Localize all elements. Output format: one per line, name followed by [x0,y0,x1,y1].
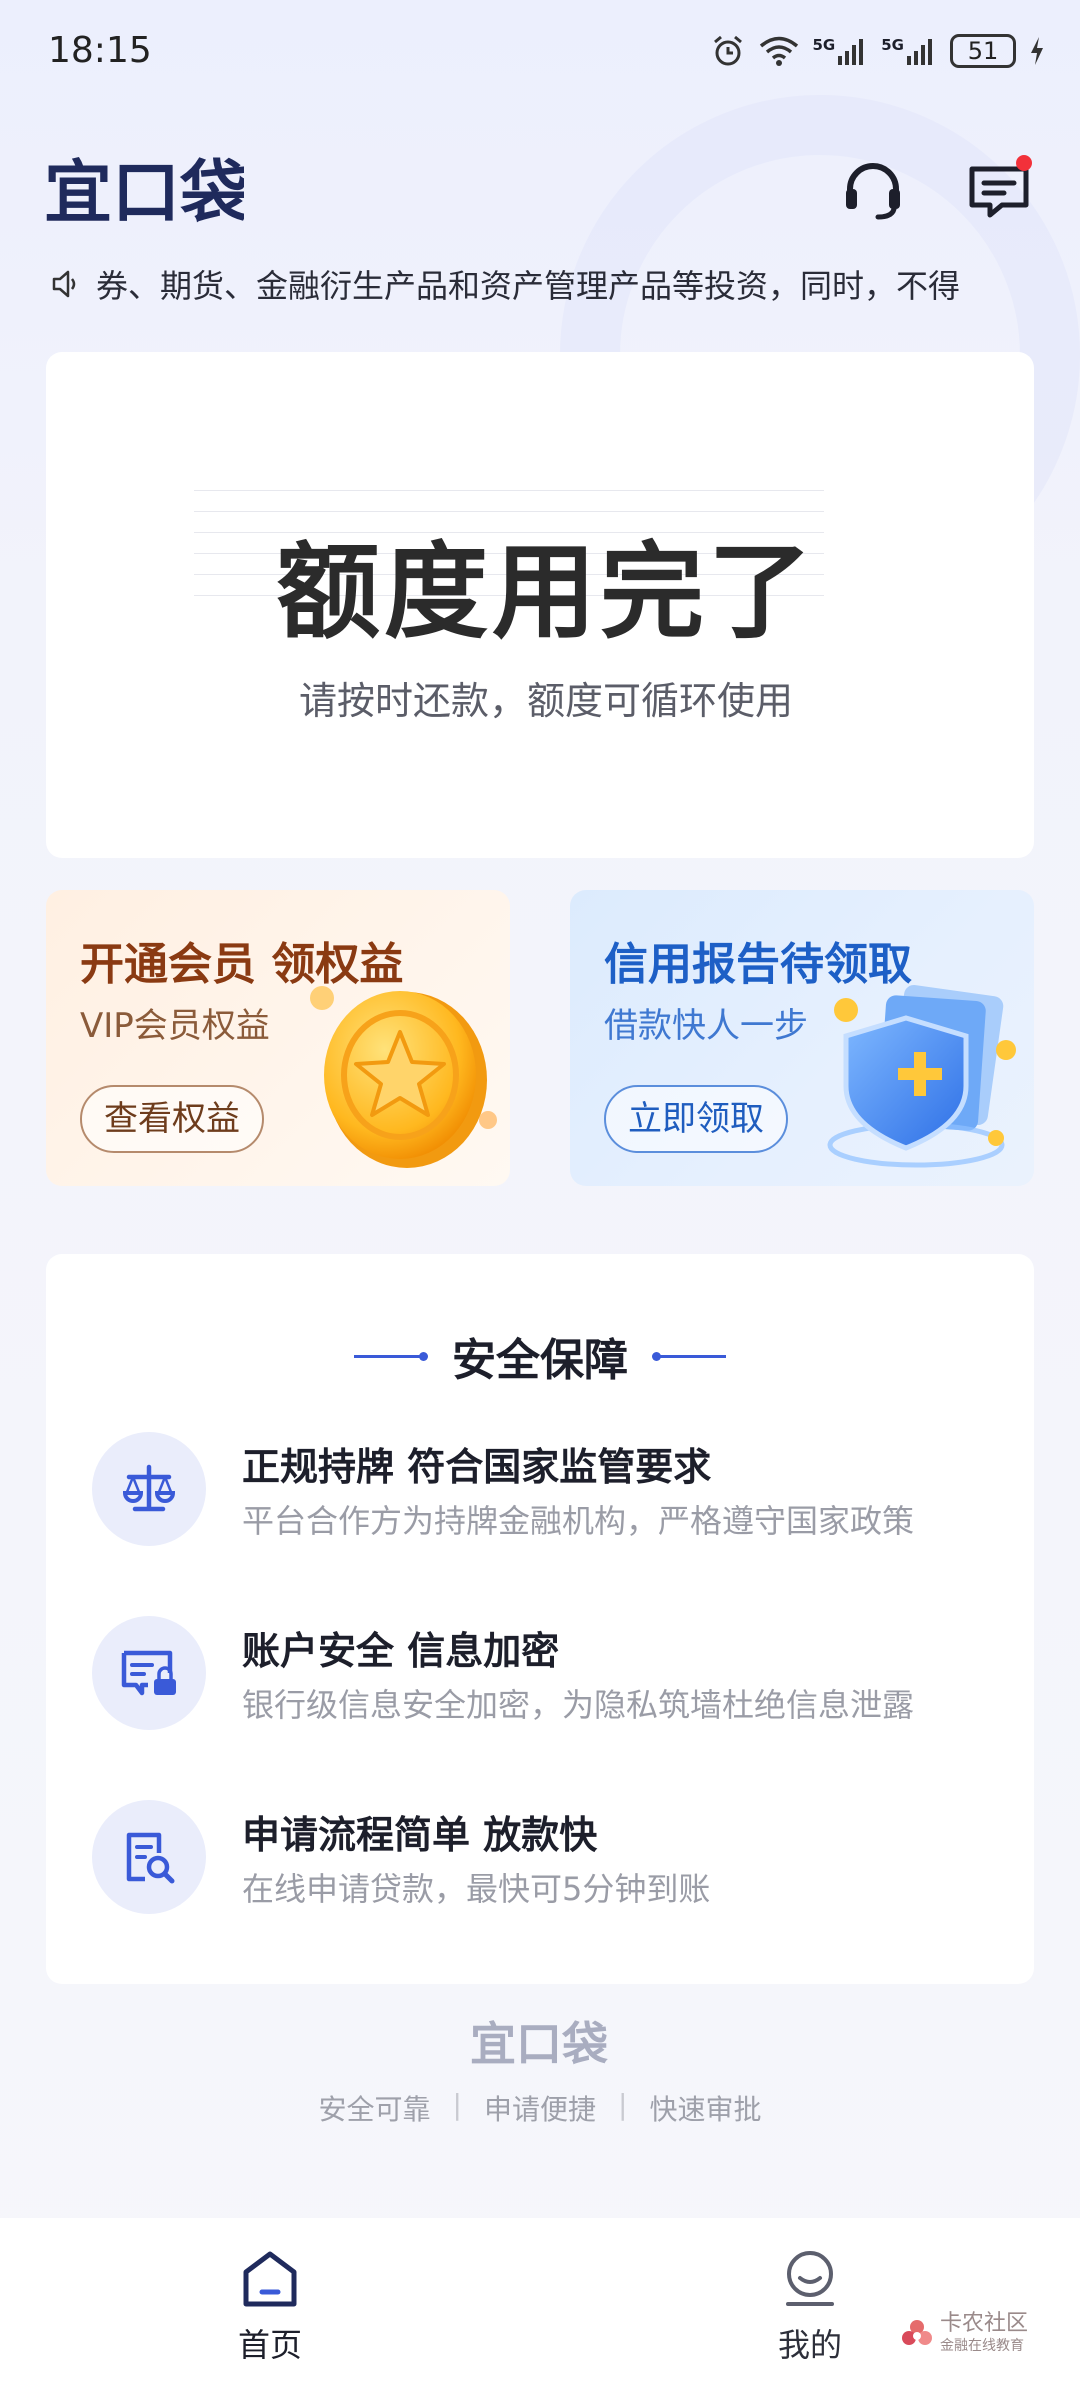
view-benefits-button[interactable]: 查看权益 [80,1085,264,1153]
document-search-icon [126,1832,175,1884]
credit-promo-subtitle: 借款快人一步 [604,1006,808,1046]
security-item-icon-wrap [92,1432,206,1546]
svg-text:宜口袋: 宜口袋 [470,2017,608,2070]
status-icons: 5G 5G 51 [711,30,1045,72]
security-title: 安全保障 [452,1335,628,1386]
security-item-encryption: 账户安全 信息加密 银行级信息安全加密，为隐私筑墙杜绝信息泄露 [92,1616,992,1736]
security-heading: 安全保障 [46,1324,1034,1388]
footer-tag: 快速审批 [649,2093,762,2126]
speaker-icon [52,270,76,298]
secure-card-icon [121,1650,176,1696]
home-icon [243,2251,297,2307]
profile-icon [786,2251,834,2306]
security-item-fast-process: 申请流程简单 放款快 在线申请贷款，最快可5分钟到账 [92,1800,992,1920]
nav-item-home[interactable]: 首页 [190,2248,350,2366]
footer-tag: 安全可靠 [318,2093,431,2126]
quota-title: 额度用完了 [275,531,816,653]
security-item-title: 正规持牌 符合国家监管要求 [242,1445,712,1489]
security-item-desc: 银行级信息安全加密，为隐私筑墙杜绝信息泄露 [242,1686,915,1724]
vip-promo-card[interactable]: 开通会员 领权益 VIP会员权益 查看权益 [46,890,510,1186]
footer-tagline: 安全可靠 | 申请便捷 | 快速审批 [0,2088,1080,2128]
brand-logo: 宜口袋 [44,154,244,230]
alarm-icon [713,35,742,66]
status-time: 18:15 [48,30,152,71]
security-item-icon-wrap [92,1616,206,1730]
signal-bars-icon [838,39,864,65]
quota-card: 额度用完了 请按时还款，额度可循环使用 [46,352,1034,858]
nav-label-mine: 我的 [777,2326,842,2364]
headset-icon [846,163,900,220]
charging-icon [1031,37,1043,65]
signal-2: 5G [881,36,936,66]
vip-promo-subtitle: VIP会员权益 [80,1006,270,1046]
message-button[interactable] [964,155,1034,225]
security-item-icon-wrap [92,1800,206,1914]
battery-indicator: 51 [950,34,1016,68]
heading-divider [354,1351,428,1361]
watermark-subtitle: 金融在线教育 [940,2338,1024,2354]
bottom-navigation: 首页 我的 卡农社区 金融在线教育 [0,2218,1080,2400]
security-item-licensed: 正规持牌 符合国家监管要求 平台合作方为持牌金融机构，严格遵守国家政策 [92,1432,992,1552]
gold-star-coin-icon [310,986,497,1168]
watermark-title: 卡农社区 [940,2311,1029,2336]
svg-text:宜口袋: 宜口袋 [44,154,244,230]
quota-subtitle: 请按时还款，额度可循环使用 [298,679,793,723]
signal-bars-icon [907,39,932,65]
claim-now-button[interactable]: 立即领取 [604,1085,788,1153]
notice-bar[interactable]: 券、期货、金融衍生产品和资产管理产品等投资，同时，不得 [50,258,1040,310]
signal-1: 5G [813,36,868,66]
footer-separator: | [452,2088,462,2121]
blue-shield-icon [827,984,1016,1168]
footer-tag: 申请便捷 [483,2093,596,2126]
customer-service-button[interactable] [838,155,908,225]
footer-brand-logo: 宜口袋 [470,2017,608,2070]
nav-item-mine[interactable]: 我的 [730,2248,890,2366]
signal-1-label: 5G [812,36,836,54]
watermark: 卡农社区 金融在线教育 [900,2310,1060,2360]
security-item-title: 申请流程简单 放款快 [242,1813,598,1857]
credit-report-promo-card[interactable]: 信用报告待领取 借款快人一步 立即领取 [570,890,1034,1186]
heading-divider [652,1351,726,1361]
security-item-desc: 在线申请贷款，最快可5分钟到账 [242,1870,711,1908]
flower-logo-icon [902,2320,932,2345]
nav-label-home: 首页 [237,2326,302,2364]
security-card: 安全保障 正规持牌 符合国家监管要求 平台合作方为持牌金融机构，严格遵守国家政策… [46,1254,1034,1984]
status-bar: 18:15 5G 5G 51 [0,0,1080,100]
notice-text: 券、期货、金融衍生产品和资产管理产品等投资，同时，不得 [96,267,961,305]
security-item-title: 账户安全 信息加密 [242,1629,560,1673]
footer-separator: | [618,2088,628,2121]
wifi-icon [759,36,798,66]
scale-icon [122,1464,176,1512]
security-item-desc: 平台合作方为持牌金融机构，严格遵守国家政策 [242,1502,915,1540]
signal-2-label: 5G [881,36,904,54]
unread-dot [1016,155,1032,171]
